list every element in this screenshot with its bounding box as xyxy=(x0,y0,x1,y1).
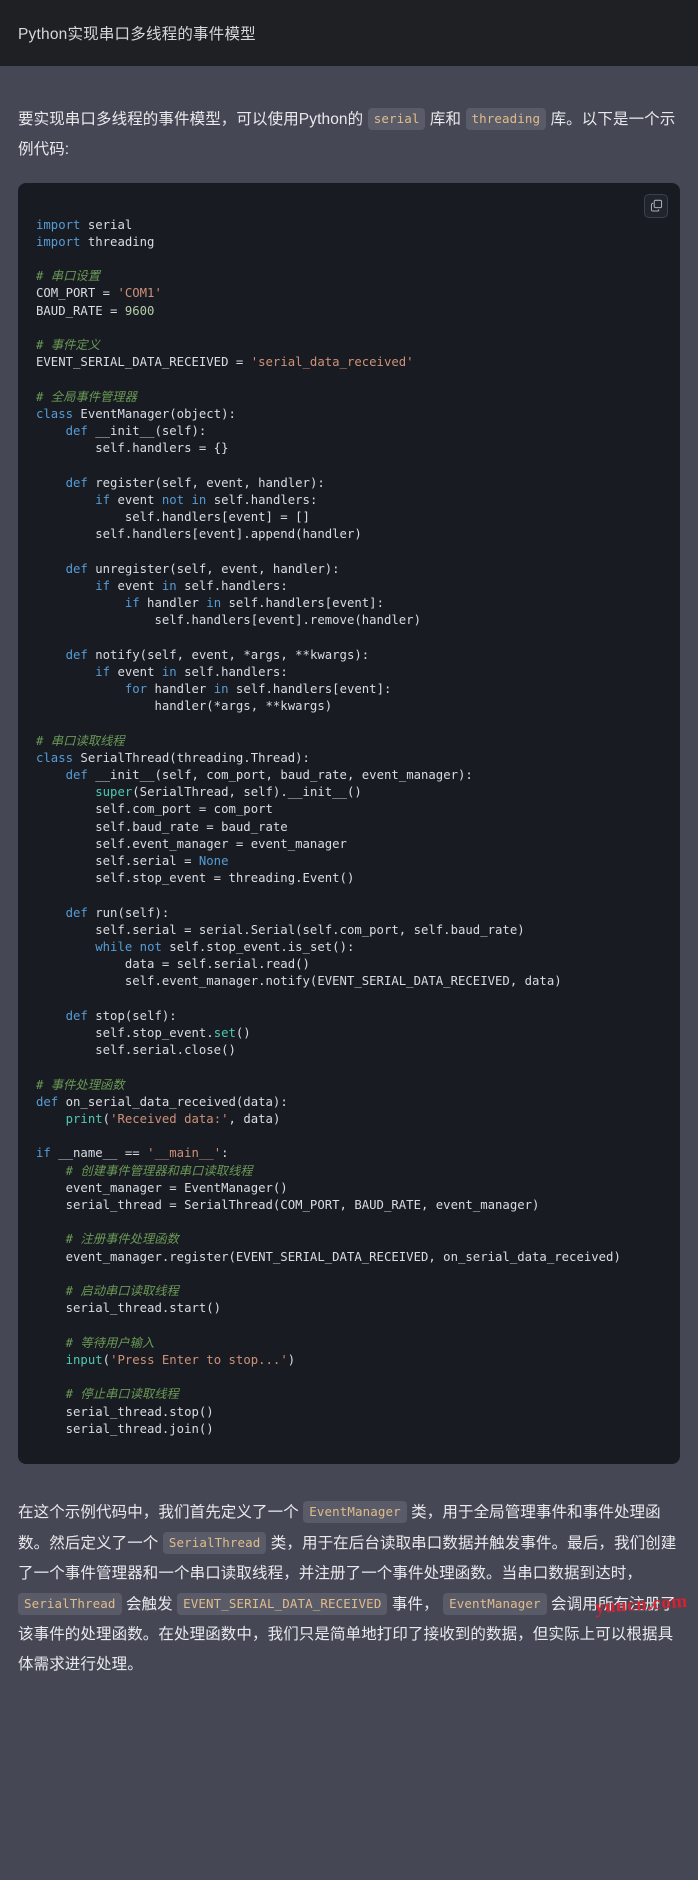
inline-code-eventmanager-1: EventManager xyxy=(303,1501,407,1524)
inline-code-serial: serial xyxy=(367,107,426,130)
page-header: Python实现串口多线程的事件模型 xyxy=(0,0,698,66)
code-content[interactable]: import serial import threading # 串口设置 CO… xyxy=(18,217,680,1438)
intro-text-part-1: 要实现串口多线程的事件模型，可以使用Python的 xyxy=(18,110,364,128)
article-body: 要实现串口多线程的事件模型，可以使用Python的 serial 库和 thre… xyxy=(0,81,698,1691)
intro-text-part-2: 库和 xyxy=(429,110,462,128)
outro-text-5: 事件， xyxy=(391,1596,439,1614)
inline-code-serialthread-1: SerialThread xyxy=(162,1532,267,1555)
code-block: import serial import threading # 串口设置 CO… xyxy=(18,182,680,1464)
outro-text-1: 在这个示例代码中，我们首先定义了一个 xyxy=(18,1504,299,1522)
inline-code-event-constant: EVENT_SERIAL_DATA_RECEIVED xyxy=(177,1593,388,1616)
outro-text-4: 会触发 xyxy=(125,1596,173,1614)
inline-code-threading: threading xyxy=(465,107,547,130)
inline-code-serialthread-2: SerialThread xyxy=(18,1593,122,1616)
copy-icon xyxy=(650,199,662,212)
intro-paragraph: 要实现串口多线程的事件模型，可以使用Python的 serial 库和 thre… xyxy=(18,82,680,165)
code-block-container: import serial import threading # 串口设置 CO… xyxy=(18,182,680,1464)
inline-code-eventmanager-2: EventManager xyxy=(443,1593,547,1616)
outro-paragraph: 在这个示例代码中，我们首先定义了一个 EventManager 类，用于全局管理… xyxy=(18,1479,680,1690)
copy-code-button[interactable] xyxy=(644,193,668,218)
page-title: Python实现串口多线程的事件模型 xyxy=(18,26,256,43)
